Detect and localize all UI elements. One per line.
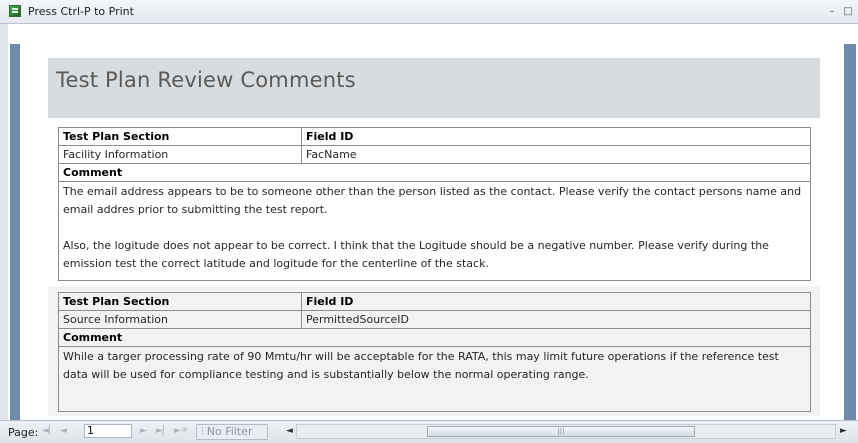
report-header: Test Plan Review Comments	[48, 58, 820, 118]
section-header-label: Test Plan Section	[58, 127, 302, 146]
horizontal-scrollbar[interactable]: |||	[296, 424, 836, 439]
window-frame-left	[0, 24, 8, 420]
field-id-value: PermittedSourceID	[301, 310, 811, 329]
page-label: Page:	[8, 426, 39, 439]
frame-border-left	[10, 44, 20, 420]
scroll-right-icon[interactable]: ►	[840, 426, 847, 436]
next-page-icon[interactable]: ►	[140, 425, 147, 437]
report-app-icon	[9, 5, 21, 17]
filter-icon: ⫶	[201, 425, 204, 438]
last-page-icon[interactable]: ►▏	[156, 425, 170, 437]
report-title: Test Plan Review Comments	[56, 68, 356, 92]
vertical-scrollbar[interactable]	[844, 44, 856, 420]
scroll-left-icon[interactable]: ◄	[286, 426, 293, 436]
field-id-header-label: Field ID	[301, 292, 811, 311]
record-1: Test Plan Section Field ID Facility Info…	[48, 122, 820, 284]
window-title: Press Ctrl-P to Print	[28, 5, 134, 18]
record-2: Test Plan Section Field ID Source Inform…	[48, 286, 820, 416]
comment-header-label: Comment	[58, 163, 811, 182]
first-page-icon[interactable]: ◄▏	[42, 425, 56, 437]
no-filter-button[interactable]: ⫶ No Filter	[196, 424, 268, 440]
window-titlebar: Press Ctrl-P to Print – □	[0, 0, 858, 24]
comment-text: While a targer processing rate of 90 Mmt…	[58, 346, 811, 412]
scrollbar-thumb[interactable]: |||	[427, 426, 695, 437]
record-navigation-bar: Page: ◄▏ ◄ 1 ► ►▏ ►✳ ⫶ No Filter ◄ ||| ►	[0, 420, 858, 443]
field-id-value: FacName	[301, 145, 811, 164]
page-number-input[interactable]: 1	[84, 424, 132, 438]
field-id-header-label: Field ID	[301, 127, 811, 146]
comment-text: The email address appears to be to someo…	[58, 181, 811, 281]
filter-label: No Filter	[206, 425, 253, 438]
comment-header-label: Comment	[58, 328, 811, 347]
restore-icon[interactable]: □	[842, 6, 854, 17]
new-record-icon[interactable]: ►✳	[174, 425, 188, 437]
minimize-icon[interactable]: –	[826, 6, 838, 17]
section-value: Facility Information	[58, 145, 302, 164]
section-value: Source Information	[58, 310, 302, 329]
section-header-label: Test Plan Section	[58, 292, 302, 311]
previous-page-icon[interactable]: ◄	[60, 425, 67, 437]
